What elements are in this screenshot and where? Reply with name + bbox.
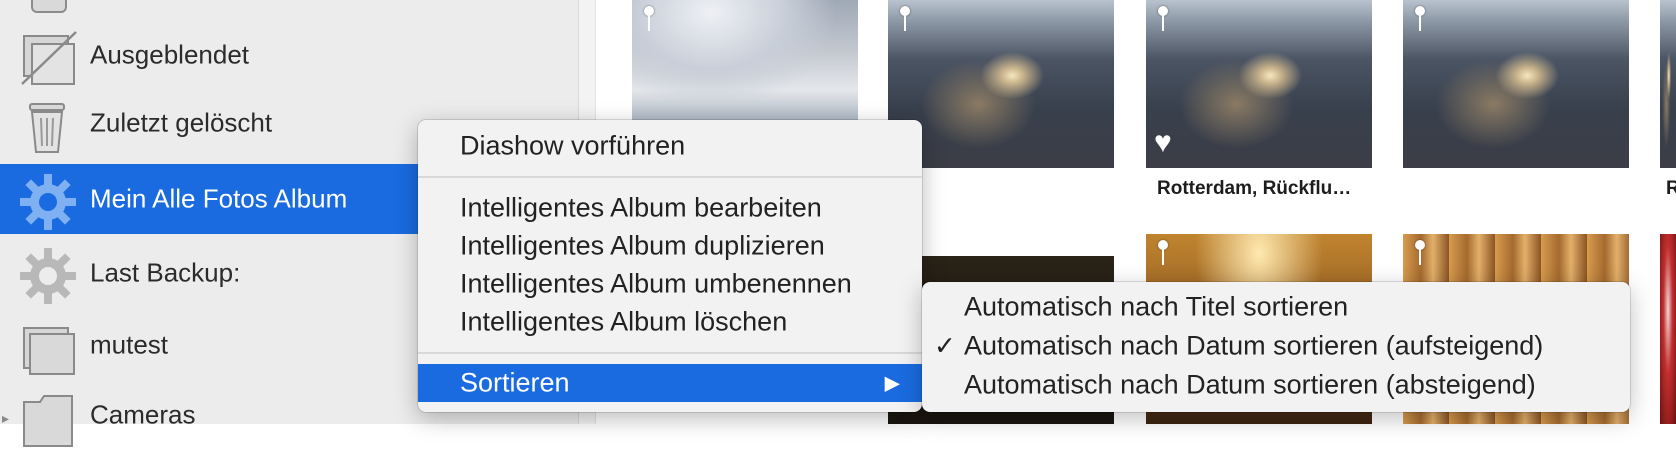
menu-item-album-duplizieren[interactable]: Intelligentes Album duplizieren [418, 228, 922, 264]
menu-item-album-loeschen[interactable]: Intelligentes Album löschen [418, 304, 922, 340]
gear-icon [20, 174, 76, 230]
menu-item-label: Intelligentes Album bearbeiten [460, 192, 822, 223]
submenu-item-titel[interactable]: Automatisch nach Titel sortieren [922, 288, 1630, 326]
favorite-heart-icon: ♥ [1154, 126, 1172, 159]
menu-item-label: Diashow vorführen [460, 130, 686, 161]
location-pin-icon [1158, 240, 1168, 265]
sidebar-item-label: Cameras [90, 399, 196, 430]
submenu-item-datum-aufsteigend[interactable]: ✓ Automatisch nach Datum sortieren (aufs… [922, 327, 1630, 365]
album-icon [23, 327, 75, 375]
submenu-item-datum-absteigend[interactable]: Automatisch nach Datum sortieren (abstei… [922, 366, 1630, 404]
sort-submenu: Automatisch nach Titel sortieren ✓ Autom… [922, 282, 1630, 412]
context-menu: Diashow vorführen Intelligentes Album be… [418, 120, 922, 412]
sidebar-item-label: Last Backup: [90, 257, 241, 288]
location-pin-icon [1158, 6, 1168, 31]
sidebar-item-ausgeblendet[interactable]: Ausgeblendet [0, 20, 578, 90]
photo-thumbnail[interactable] [1660, 0, 1676, 168]
menu-item-label: Intelligentes Album löschen [460, 306, 788, 337]
menu-item-album-bearbeiten[interactable]: Intelligentes Album bearbeiten [418, 190, 922, 226]
gear-icon [20, 248, 76, 304]
photo-thumbnail[interactable] [632, 0, 858, 128]
submenu-item-label: Automatisch nach Datum sortieren (aufste… [964, 330, 1544, 361]
menu-separator [418, 176, 922, 178]
sidebar-item-label: mutest [90, 329, 169, 360]
hidden-album-icon [21, 31, 77, 85]
menu-item-diashow[interactable]: Diashow vorführen [418, 128, 922, 164]
photo-caption: Rotterdam, Rückflu… [1157, 178, 1352, 199]
photo-thumbnail[interactable]: ♥ [1146, 0, 1372, 168]
location-pin-icon [1415, 240, 1425, 265]
submenu-item-label: Automatisch nach Datum sortieren (abstei… [964, 369, 1536, 400]
menu-item-label: Intelligentes Album duplizieren [460, 230, 825, 261]
folder-icon [23, 395, 73, 447]
sidebar-item-label: Zuletzt gelöscht [90, 107, 273, 138]
menu-item-label: Sortieren [460, 367, 570, 398]
submenu-item-label: Automatisch nach Titel sortieren [964, 291, 1349, 322]
location-pin-icon [644, 6, 654, 31]
sidebar-item-label: Ausgeblendet [90, 39, 250, 70]
photo-thumbnail[interactable] [1660, 234, 1676, 424]
menu-separator [418, 352, 922, 354]
location-pin-icon [900, 6, 910, 31]
checkmark-icon: ✓ [934, 330, 956, 361]
menu-item-album-umbenennen[interactable]: Intelligentes Album umbenennen [418, 266, 922, 302]
submenu-arrow-icon: ▶ [884, 372, 900, 395]
trash-icon [29, 103, 65, 153]
menu-item-sortieren[interactable]: Sortieren ▶ [418, 364, 922, 402]
photo-caption: R [1666, 178, 1676, 199]
location-pin-icon [1415, 6, 1425, 31]
menu-item-label: Intelligentes Album umbenennen [460, 268, 852, 299]
device-icon [31, 0, 67, 13]
sidebar-item-label: Mein Alle Fotos Album [90, 183, 348, 214]
photo-thumbnail[interactable] [1403, 0, 1629, 168]
